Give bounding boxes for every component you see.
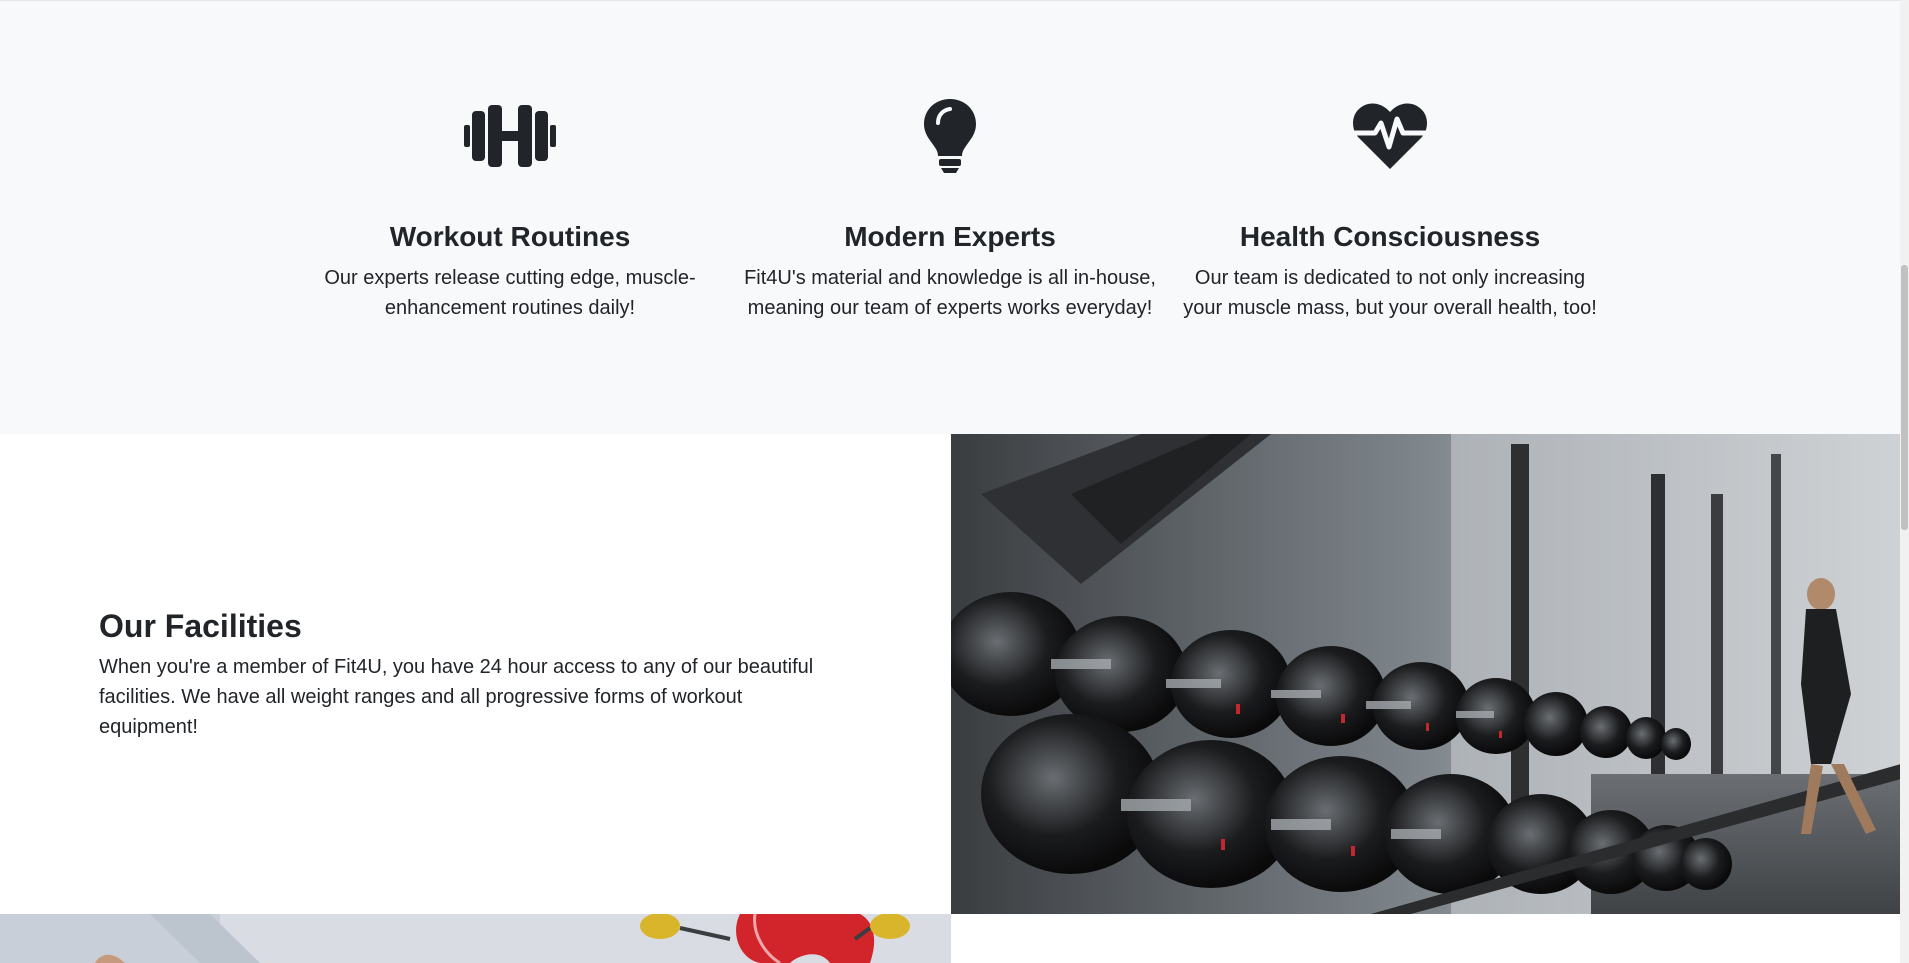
page: Workout Routines Our experts release cut… (0, 0, 1909, 963)
gym-dumbbells-image (951, 434, 1901, 914)
features-section: Workout Routines Our experts release cut… (0, 0, 1900, 434)
facilities-description: When you're a member of Fit4U, you have … (99, 656, 814, 738)
stethoscope-image (0, 914, 951, 963)
heart-pulse-icon (1175, 96, 1605, 176)
feature-text: Our experts release cutting edge, muscle… (324, 267, 696, 319)
facilities-section: Our Facilities When you're a member of F… (0, 434, 951, 914)
dumbbell-icon (295, 96, 725, 176)
facilities-title: Our Facilities (99, 608, 302, 644)
feature-title: Health Consciousness (1239, 221, 1541, 252)
page-scrollbar[interactable] (1900, 0, 1909, 963)
lightbulb-icon (735, 96, 1165, 176)
scrollbar-thumb[interactable] (1901, 265, 1908, 530)
feature-text: Fit4U's material and knowledge is all in… (744, 267, 1156, 319)
bottom-right-text-area (951, 914, 1901, 963)
feature-title: Modern Experts (844, 221, 1056, 252)
feature-title: Workout Routines (389, 221, 631, 252)
feature-text: Our team is dedicated to not only increa… (1183, 267, 1597, 319)
